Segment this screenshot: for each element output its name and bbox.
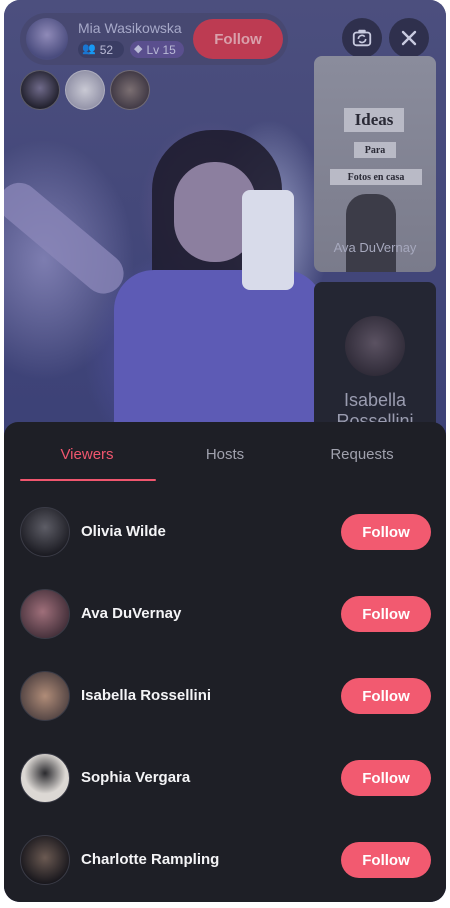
viewer-avatar[interactable] — [20, 507, 70, 557]
host-avatar[interactable] — [26, 18, 68, 60]
viewer-count: 52 — [99, 42, 114, 57]
co-host-tile[interactable]: Isabella Rossellini — [314, 282, 436, 442]
top-viewer-avatar[interactable] — [20, 70, 60, 110]
tab-requests[interactable]: Requests — [289, 446, 435, 463]
list-item[interactable]: Olivia Wilde Follow — [4, 504, 446, 586]
top-viewer-avatar[interactable] — [110, 70, 150, 110]
list-item[interactable]: Ava DuVernay Follow — [4, 586, 446, 668]
tile-overlay-sub: Para — [354, 142, 396, 158]
tab-viewers[interactable]: Viewers — [14, 446, 160, 463]
viewer-name: Ava DuVernay — [81, 605, 182, 622]
host-info-pill[interactable]: Mia Wasikowska 👥 52 ◆ Lv 15 Follow — [20, 13, 288, 65]
co-host-name: Ava DuVernay — [333, 240, 417, 255]
viewer-name: Olivia Wilde — [81, 523, 166, 540]
co-host-avatar — [345, 316, 405, 376]
viewer-avatar[interactable] — [20, 753, 70, 803]
top-viewers-row — [20, 70, 150, 110]
follow-button[interactable]: Follow — [341, 678, 431, 714]
level-badge: ◆ Lv 15 — [130, 41, 184, 58]
level-text: Lv 15 — [146, 42, 176, 57]
close-icon — [401, 30, 417, 46]
follow-button[interactable]: Follow — [341, 596, 431, 632]
stream-figure-shirt — [114, 270, 324, 430]
tile-figure — [346, 194, 396, 272]
list-item[interactable]: Sophia Vergara Follow — [4, 750, 446, 832]
viewer-name: Isabella Rossellini — [81, 687, 212, 704]
live-stream-screen: Mia Wasikowska 👥 52 ◆ Lv 15 Follow Ideas… — [4, 0, 446, 902]
active-tab-indicator — [20, 479, 156, 481]
list-item[interactable]: Charlotte Rampling Follow — [4, 832, 446, 902]
follow-button[interactable]: Follow — [341, 514, 431, 550]
host-name: Mia Wasikowska — [78, 20, 182, 36]
close-button[interactable] — [389, 18, 429, 58]
follow-button[interactable]: Follow — [341, 760, 431, 796]
viewer-avatar[interactable] — [20, 671, 70, 721]
viewer-avatar[interactable] — [20, 589, 70, 639]
flip-camera-button[interactable] — [342, 18, 382, 58]
viewer-name: Charlotte Rampling — [81, 851, 220, 868]
stream-figure-phone — [242, 190, 294, 290]
viewer-count-badge: 👥 52 — [78, 41, 124, 58]
list-item[interactable]: Isabella Rossellini Follow — [4, 668, 446, 750]
top-viewer-avatar[interactable] — [65, 70, 105, 110]
viewer-avatar[interactable] — [20, 835, 70, 885]
diamond-icon: ◆ — [134, 43, 143, 55]
people-icon: 👥 — [82, 43, 96, 55]
tile-overlay-title: Ideas — [344, 108, 404, 132]
tile-overlay-sub: Fotos en casa — [330, 169, 422, 185]
viewers-sheet: Viewers Hosts Requests Olivia Wilde Foll… — [4, 422, 446, 902]
tab-hosts[interactable]: Hosts — [152, 446, 298, 463]
viewer-name: Sophia Vergara — [81, 769, 191, 786]
host-follow-button[interactable]: Follow — [193, 19, 283, 59]
sheet-tabs: Viewers Hosts Requests — [4, 422, 446, 482]
follow-button[interactable]: Follow — [341, 842, 431, 878]
co-host-tile[interactable]: Ideas Para Fotos en casa Ava DuVernay — [314, 56, 436, 272]
flip-camera-icon — [352, 29, 372, 47]
